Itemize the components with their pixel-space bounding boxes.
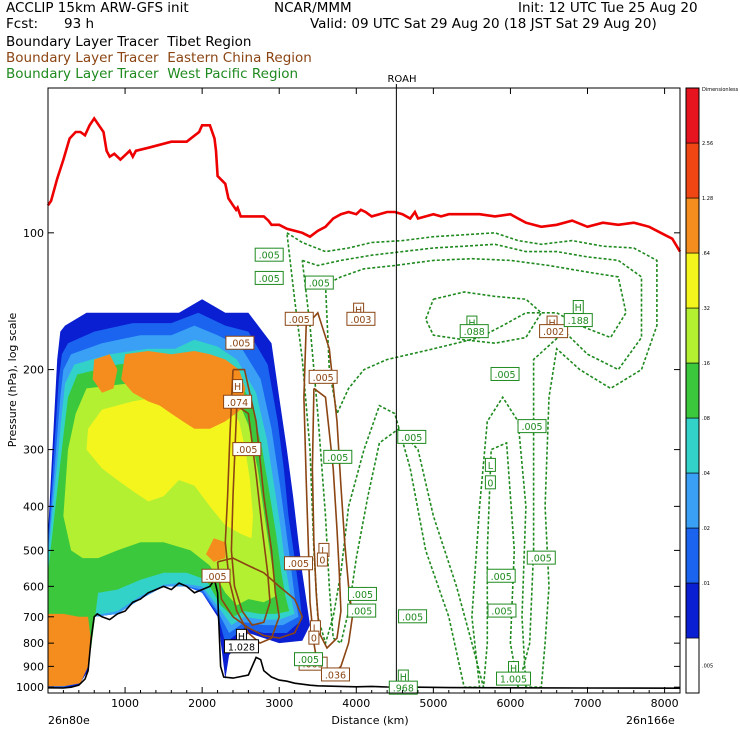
contour-label: 1.028 [228,642,255,653]
contour-label: 0 [487,478,493,489]
contour-label: .005 [351,607,372,618]
contour-label: .005 [205,572,226,583]
colorbar-swatch [685,362,700,419]
contour-label: .188 [568,316,589,327]
x-tick-label: 1000 [111,697,139,710]
contour-label: H [575,303,582,314]
colorbar-level-label: .02 [702,526,710,532]
contour-label: .005 [491,572,512,583]
contour-label: .005 [491,607,512,618]
contour-label: .005 [259,274,280,285]
contour-label: .005 [236,445,257,456]
station-label: ROAH [387,74,416,85]
x-tick-label: 3000 [265,697,293,710]
contour-label: .005 [259,251,280,262]
y-tick-label: 700 [23,611,44,624]
x-tick-label: 5000 [419,697,447,710]
contour-label: .002 [543,327,564,338]
y-tick-label: 400 [23,500,44,513]
colorbar-swatch [685,472,700,529]
contour-label: .005 [288,559,309,570]
contour-label: .005 [531,554,552,565]
tracer-fill-layer [48,299,310,688]
colorbar-swatch [685,582,700,639]
contour-label: .003 [350,315,371,326]
colorbar-swatch [685,307,700,364]
colorbar-swatch [685,197,700,254]
y-axis-label: Pressure (hPa), log scale [6,313,19,448]
contour-label: L [488,461,494,472]
colorbar-swatch [685,527,700,584]
contour-label: .005 [229,339,250,350]
x-tick-label: 7000 [574,697,602,710]
x-tick-label: 6000 [496,697,524,710]
contour-label: .005 [402,612,423,623]
x-tick-label: 8000 [651,697,679,710]
y-tick-label: 500 [23,544,44,557]
y-tick-label: 300 [23,444,44,457]
contour-label: .005 [298,655,319,666]
colorbar-level-label: .04 [702,471,710,477]
colorbar-swatch [685,252,700,309]
x-axis-label: Distance (km) [331,714,408,727]
x-tick-label: 4000 [342,697,370,710]
x-start-label: 26n80e [48,714,90,727]
colorbar-level-label: .64 [702,251,710,257]
contour-label: .005 [352,590,373,601]
colorbar-level-label: 1.28 [702,196,713,202]
colorbar-level-label: .08 [702,416,710,422]
colorbar-swatch [685,142,700,199]
y-tick-label: 200 [23,364,44,377]
y-tick-label: 900 [23,660,44,673]
colorbar: .005 .01 .02 .04 .08 .16 .32 .64 1.28 2.56 Dimensi… [685,87,739,694]
contour-label: .005 [289,315,310,326]
colorbar-title: Dimensionless [702,87,739,93]
y-tick-label: 100 [23,227,44,240]
colorbar-swatch [685,417,700,474]
x-tick-label: 2000 [188,697,216,710]
contour-label: .005 [401,433,422,444]
colorbar-swatch [685,637,700,694]
colorbar-level-label: .32 [702,306,710,312]
contour-label: .088 [464,327,485,338]
y-tick-label: 600 [23,580,44,593]
contour-label: .074 [227,398,248,409]
y-tick-label: 1000 [16,681,44,694]
colorbar-level-label: .16 [702,361,710,367]
colorbar-swatch [685,87,700,144]
contour-label: .005 [521,422,542,433]
contour-label: 0 [311,634,317,645]
x-end-label: 26n166e [626,714,675,727]
y-tick-label: 800 [23,637,44,650]
contour-label: .005 [313,373,334,384]
contour-label: 0 [319,556,325,567]
tropopause-line [46,116,682,253]
colorbar-level-label: .005 [702,664,713,670]
colorbar-level-label: 2.56 [702,141,713,147]
contour-label: .005 [494,370,515,381]
contour-label: H [234,382,241,393]
contour-label: 1.005 [500,675,527,686]
cross-section-chart: .005H.074.005L0.005H1.028.005.005.005H.0… [6,74,739,727]
contour-label: .005 [327,453,348,464]
contour-label: .036 [325,670,346,681]
colorbar-level-label: .01 [702,581,710,587]
contour-label: .005 [309,279,330,290]
